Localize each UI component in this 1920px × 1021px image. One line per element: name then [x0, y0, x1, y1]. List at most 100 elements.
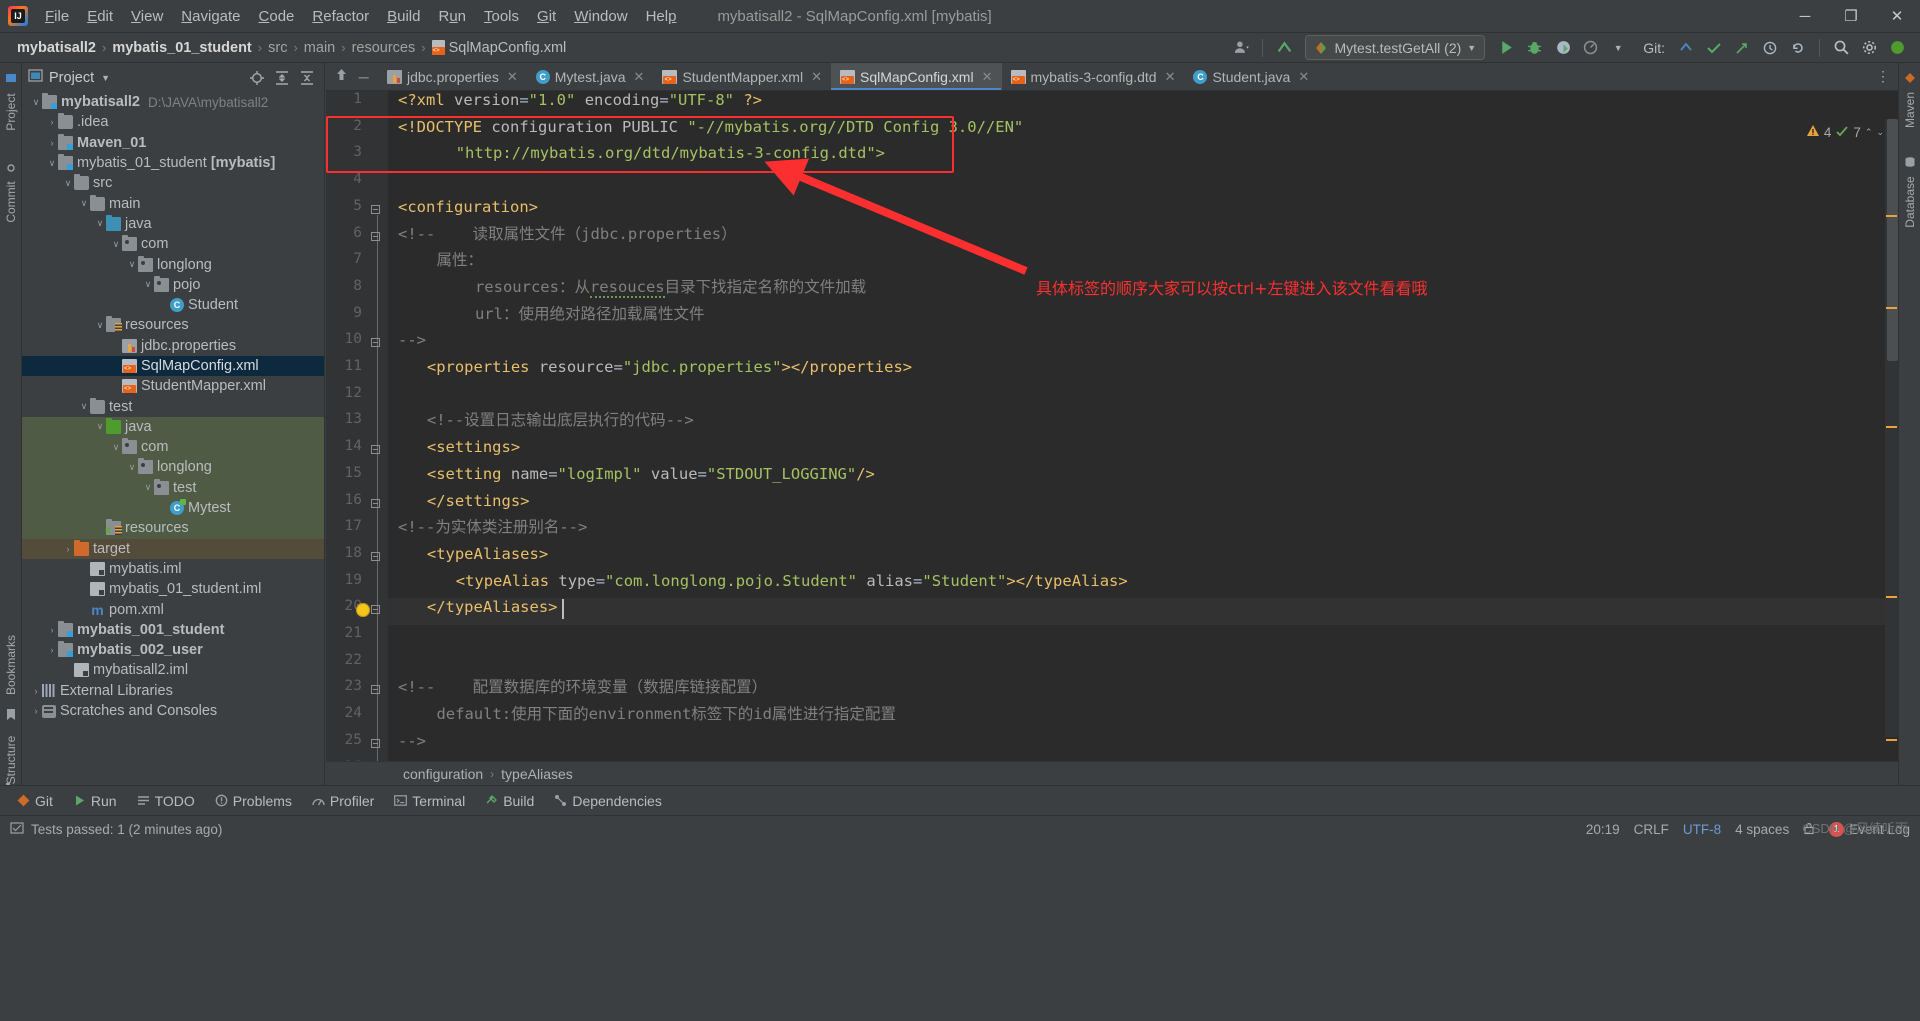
tree-node-student[interactable]: ·C Student — [22, 295, 324, 315]
editor-tab-mybatis-3-config-dtd[interactable]: <> mybatis-3-config.dtd ✕ — [1002, 63, 1185, 90]
tree-expand-arrow-icon[interactable]: · — [110, 341, 122, 351]
chevron-up-icon[interactable]: ⌃ — [1865, 127, 1873, 138]
tree-node-mybatis-002-user[interactable]: › mybatis_002_user — [22, 640, 324, 660]
marker-warning[interactable] — [1886, 739, 1897, 741]
more-run-options-icon[interactable]: ▼ — [1605, 36, 1631, 60]
scrollbar-thumb[interactable] — [1887, 119, 1898, 361]
tool-window-build[interactable]: Build — [476, 790, 543, 812]
tree-node-sqlmapconfig-xml[interactable]: ·<> SqlMapConfig.xml — [22, 355, 324, 377]
code-fold-toggle[interactable] — [371, 338, 382, 349]
editor-options-icon[interactable]: ⋮ — [1868, 63, 1898, 90]
tree-node-resources[interactable]: ∨ resources — [22, 315, 324, 335]
close-tab-icon[interactable]: ✕ — [982, 69, 993, 85]
line-separator[interactable]: CRLF — [1634, 822, 1669, 837]
menu-item-window[interactable]: Window — [565, 4, 636, 29]
tool-window-profiler[interactable]: Profiler — [303, 790, 383, 812]
rail-label-database[interactable]: Database — [1903, 172, 1917, 232]
tree-node-test[interactable]: ∨ test — [22, 477, 324, 498]
tree-node-pojo[interactable]: ∨ pojo — [22, 275, 324, 295]
menu-item-help[interactable]: Help — [637, 4, 686, 29]
rail-label-maven[interactable]: Maven — [1903, 80, 1917, 140]
tree-node-pom-xml[interactable]: ·m pom.xml — [22, 599, 324, 619]
git-update-icon[interactable] — [1673, 36, 1699, 60]
hide-tabs-icon[interactable] — [335, 68, 348, 86]
tree-expand-arrow-icon[interactable]: · — [78, 584, 90, 594]
tree-expand-arrow-icon[interactable]: ∨ — [30, 97, 42, 108]
tree-node-mytest[interactable]: ·CMytest — [22, 497, 324, 519]
close-tab-icon[interactable]: ✕ — [811, 69, 822, 85]
code-text[interactable]: <?xml version="1.0" encoding="UTF-8" ?> <… — [388, 91, 1898, 761]
tree-expand-arrow-icon[interactable]: › — [62, 544, 74, 554]
indent-setting[interactable]: 4 spaces — [1735, 822, 1789, 837]
marker-warning[interactable] — [1886, 596, 1897, 598]
editor-tab-student-java[interactable]: C Student.java ✕ — [1184, 63, 1318, 90]
profiler-button[interactable] — [1577, 36, 1603, 60]
close-button[interactable]: ✕ — [1874, 0, 1920, 32]
breadcrumb-typealiases[interactable]: typeAliases — [498, 766, 576, 782]
menu-item-code[interactable]: Code — [250, 4, 304, 29]
editor-tab-jdbc-properties[interactable]: jdbc.properties ✕ — [378, 63, 527, 90]
tree-node-mybatis-iml[interactable]: · mybatis.iml — [22, 559, 324, 579]
tree-node-longlong[interactable]: ∨ longlong — [22, 457, 324, 478]
user-account-icon[interactable] — [1228, 36, 1254, 60]
menu-item-tools[interactable]: Tools — [475, 4, 528, 29]
tree-expand-arrow-icon[interactable]: · — [78, 564, 90, 574]
breadcrumb-item-mybatis-01-student[interactable]: mybatis_01_student — [107, 38, 256, 58]
tree-expand-arrow-icon[interactable]: ∨ — [78, 401, 90, 412]
code-fold-toggle[interactable] — [371, 738, 382, 750]
tree-node-com[interactable]: ∨ com — [22, 437, 324, 458]
tree-expand-arrow-icon[interactable]: › — [30, 686, 42, 696]
tree-expand-arrow-icon[interactable]: ∨ — [78, 198, 90, 209]
debug-button[interactable] — [1521, 36, 1547, 60]
menu-item-navigate[interactable]: Navigate — [172, 4, 249, 29]
inspection-widget[interactable]: 4 7 ⌃ ⌄ — [1806, 124, 1884, 141]
expand-all-button[interactable] — [271, 67, 293, 89]
run-with-coverage-button[interactable] — [1549, 36, 1575, 60]
collapse-all-button[interactable] — [296, 67, 318, 89]
editor-scrollbar[interactable] — [1885, 119, 1898, 741]
tree-node-external-libraries[interactable]: › External Libraries — [22, 681, 324, 701]
tree-node-java[interactable]: ∨ java — [22, 416, 324, 438]
marker-warning[interactable] — [1886, 426, 1897, 428]
run-configuration-selector[interactable]: Mytest.testGetAll (2) ▼ — [1305, 35, 1486, 60]
tree-expand-arrow-icon[interactable]: ∨ — [126, 462, 138, 473]
search-icon[interactable] — [1828, 36, 1854, 60]
settings-gear-icon[interactable] — [1856, 36, 1882, 60]
breadcrumb-configuration[interactable]: configuration — [400, 766, 486, 782]
tool-window-problems[interactable]: Problems — [206, 790, 301, 812]
rail-label-bookmarks[interactable]: Bookmarks — [4, 635, 18, 695]
tree-expand-arrow-icon[interactable]: · — [158, 503, 170, 513]
tree-expand-arrow-icon[interactable]: · — [110, 361, 122, 371]
code-fold-toggle[interactable] — [371, 498, 382, 510]
git-push-icon[interactable] — [1729, 36, 1755, 60]
chevron-down-icon[interactable]: ▼ — [101, 73, 110, 83]
tool-window-terminal[interactable]: Terminal — [385, 790, 474, 812]
tree-node-target[interactable]: › target — [22, 538, 324, 559]
tree-expand-arrow-icon[interactable]: › — [46, 625, 58, 635]
breadcrumb-item-main[interactable]: main — [299, 38, 340, 58]
tool-window-git[interactable]: Git — [8, 790, 62, 812]
rail-label-project[interactable]: Project — [4, 82, 18, 142]
menu-item-file[interactable]: File — [36, 4, 78, 29]
chevron-down-icon[interactable]: ⌄ — [1876, 127, 1884, 138]
tree-node-mybatis-01-student-iml[interactable]: · mybatis_01_student.iml — [22, 579, 324, 599]
breadcrumb-item-resources[interactable]: resources — [347, 38, 421, 58]
marker-warning[interactable] — [1886, 307, 1897, 309]
close-tab-icon[interactable]: ✕ — [634, 69, 645, 85]
tree-node-resources[interactable]: ·resources — [22, 518, 324, 539]
tree-node-mybatis-001-student[interactable]: › mybatis_001_student — [22, 620, 324, 640]
tree-expand-arrow-icon[interactable]: · — [110, 381, 122, 391]
caret-position[interactable]: 20:19 — [1586, 822, 1620, 837]
intention-bulb-icon[interactable] — [356, 603, 370, 618]
rail-label-commit[interactable]: Commit — [4, 172, 18, 232]
scroll-from-source-button[interactable] — [246, 67, 268, 89]
marker-warning[interactable] — [1886, 215, 1897, 217]
tree-node-mybatisall2-iml[interactable]: · mybatisall2.iml — [22, 660, 324, 680]
minimize-editor-icon[interactable]: ─ — [359, 69, 369, 85]
tool-window-todo[interactable]: TODO — [128, 790, 204, 812]
update-project-icon[interactable] — [1271, 36, 1297, 60]
status-message[interactable]: Tests passed: 1 (2 minutes ago) — [31, 822, 222, 837]
file-encoding[interactable]: UTF-8 — [1683, 822, 1721, 837]
tree-node-test[interactable]: ∨ test — [22, 396, 324, 416]
tree-expand-arrow-icon[interactable]: › — [46, 117, 58, 127]
